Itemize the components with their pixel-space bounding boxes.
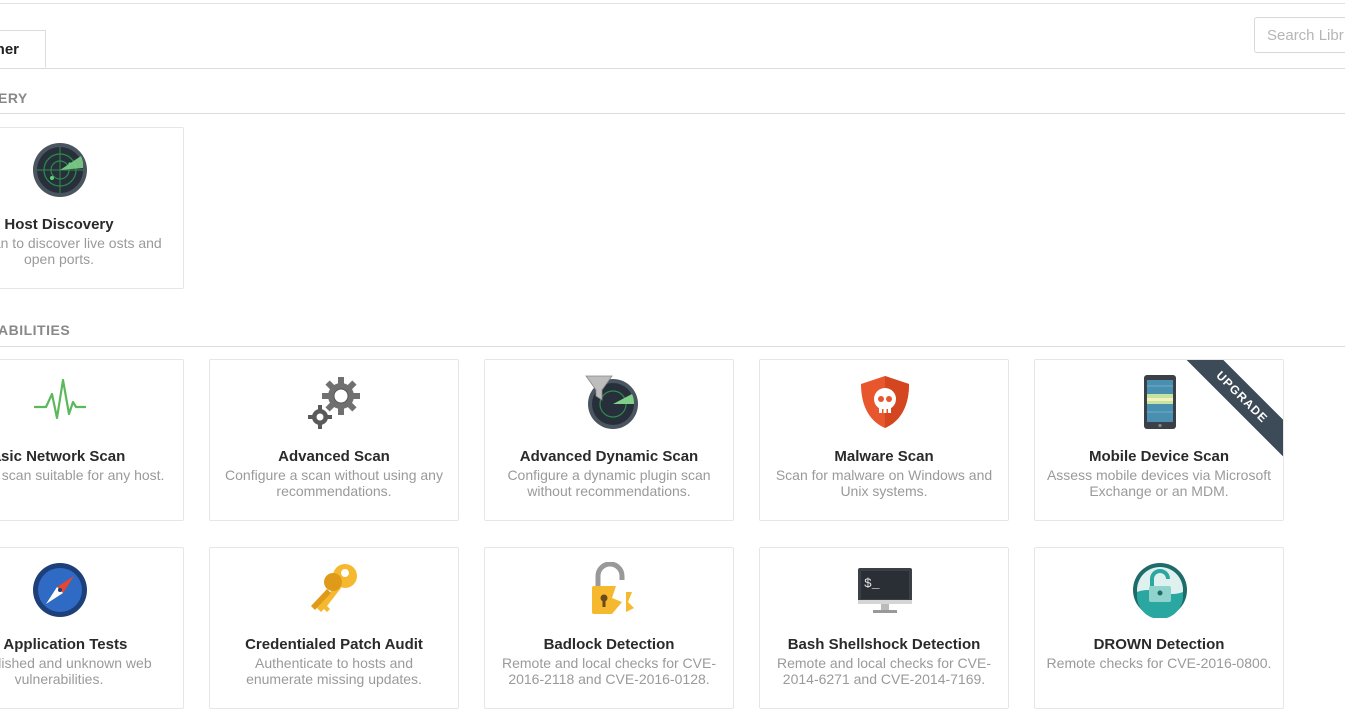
template-card-mobile-device-scan[interactable]: Mobile Device Scan Assess mobile devices… [1034, 359, 1284, 521]
card-title: DROWN Detection [1093, 636, 1225, 653]
card-description: Assess mobile devices via Microsoft Exch… [1046, 467, 1272, 499]
tab-other[interactable]: her [0, 30, 46, 68]
card-description: Remote and local checks for CVE-2014-627… [777, 655, 991, 687]
card-title: Host Discovery [4, 216, 114, 233]
card-title: Mobile Device Scan [1088, 448, 1230, 465]
template-card-drown-detection[interactable]: DROWN Detection Remote checks for CVE-20… [1034, 547, 1284, 709]
heartbeat-icon [34, 378, 86, 420]
section-title-discovery: ERY [0, 90, 28, 106]
terminal-monitor-icon: $_ [858, 568, 912, 613]
svg-text:$_: $_ [864, 576, 880, 591]
radar-icon [33, 143, 87, 197]
card-description: Remote and local checks for CVE-2016-211… [502, 655, 716, 687]
broken-padlock-icon [592, 562, 634, 614]
card-title: Bash Shellshock Detection [787, 636, 981, 653]
template-card-basic-network-scan[interactable]: asic Network Scan system scan suitable f… [0, 359, 184, 521]
card-title: b Application Tests [0, 636, 128, 653]
card-title: Advanced Dynamic Scan [519, 448, 699, 465]
tab-bar-divider [0, 68, 1345, 69]
template-card-web-application-tests[interactable]: b Application Tests r published and unkn… [0, 547, 184, 709]
card-description: system scan suitable for any host. [0, 467, 165, 483]
template-card-malware-scan[interactable]: Malware Scan Scan for malware on Windows… [759, 359, 1009, 521]
card-title: asic Network Scan [0, 448, 126, 465]
template-card-advanced-dynamic-scan[interactable]: Advanced Dynamic Scan Configure a dynami… [484, 359, 734, 521]
section-title-vulnerabilities: ABILITIES [0, 322, 71, 338]
section-divider [0, 113, 1345, 114]
card-description: Configure a dynamic plugin scan without … [507, 467, 711, 499]
skull-shield-icon [861, 376, 909, 428]
template-card-badlock-detection[interactable]: Badlock Detection Remote and local check… [484, 547, 734, 709]
card-title: Credentialed Patch Audit [245, 636, 423, 653]
card-title: Advanced Scan [278, 448, 390, 465]
template-card-host-discovery[interactable]: Host Discovery ple scan to discover live… [0, 127, 184, 289]
card-title: Badlock Detection [543, 636, 675, 653]
radar-filter-icon [585, 375, 638, 429]
top-divider [0, 3, 1345, 4]
keys-icon [311, 564, 357, 612]
gears-icon [308, 377, 360, 429]
template-card-bash-shellshock-detection[interactable]: $_ Bash Shellshock Detection Remote and … [759, 547, 1009, 709]
card-description: ple scan to discover live osts and open … [0, 235, 162, 267]
search-library-input[interactable] [1254, 17, 1345, 53]
template-card-advanced-scan[interactable]: Advanced Scan Configure a scan without u… [209, 359, 459, 521]
card-description: Authenticate to hosts and enumerate miss… [246, 655, 422, 687]
mobile-phone-icon [1144, 375, 1176, 429]
card-description: Scan for malware on Windows and Unix sys… [775, 467, 993, 499]
card-title: Malware Scan [834, 448, 934, 465]
card-description: Remote checks for CVE-2016-0800. [1046, 655, 1272, 671]
upgrade-ribbon[interactable]: UPGRADE [1179, 360, 1283, 460]
card-description: Configure a scan without using any recom… [225, 467, 443, 499]
compass-icon [33, 563, 87, 617]
template-card-credentialed-patch-audit[interactable]: Credentialed Patch Audit Authenticate to… [209, 547, 459, 709]
card-description: r published and unknown web vulnerabilit… [0, 655, 152, 687]
section-divider [0, 346, 1345, 347]
drowning-lock-icon [1133, 563, 1187, 618]
